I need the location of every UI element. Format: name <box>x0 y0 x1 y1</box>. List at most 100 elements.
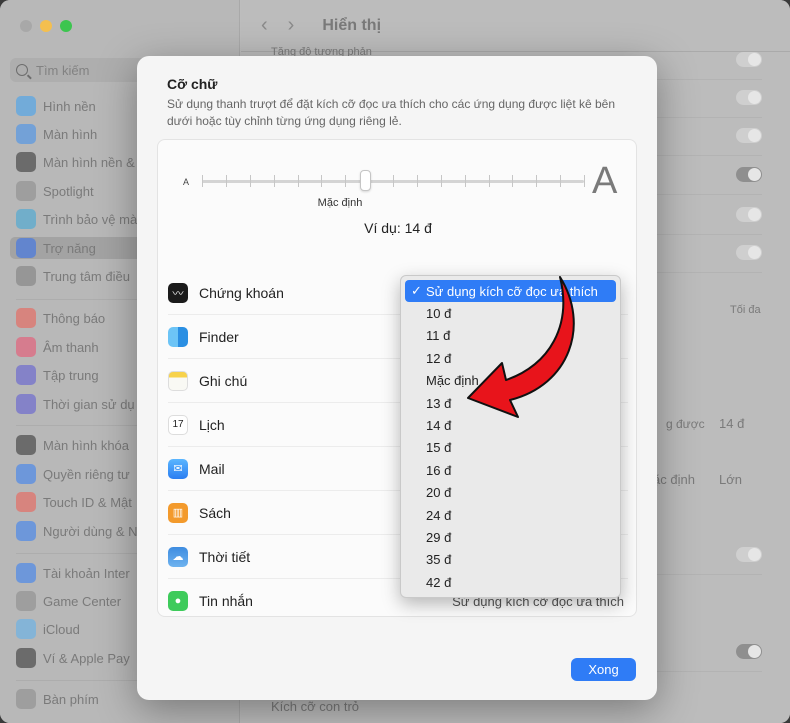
sidebar-item-icon <box>16 266 36 286</box>
sidebar-item-icon <box>16 152 36 172</box>
menu-item[interactable]: 35 đ <box>401 549 620 571</box>
slider-tick <box>488 175 490 187</box>
toggle[interactable] <box>736 90 762 105</box>
close-button[interactable] <box>20 20 32 32</box>
slider-tick <box>393 175 394 187</box>
sidebar-item-icon <box>16 96 36 116</box>
menu-item[interactable]: 42 đ <box>401 571 620 593</box>
sidebar-item-label: Trung tâm điều <box>43 268 130 284</box>
sidebar-item-label: Người dùng & N <box>43 523 138 539</box>
small-text-glyph: A <box>183 177 190 187</box>
sidebar-item-icon <box>16 308 36 328</box>
sidebar-item-icon <box>16 464 36 484</box>
sidebar-item-label: Spotlight <box>43 183 94 199</box>
dialog-description: Sử dụng thanh trượt để đặt kích cỡ đọc ư… <box>167 97 616 128</box>
text-size-slider-area: A A Mặc định Ví dụ: 14 đ <box>158 140 638 260</box>
app-name: Ghi chú <box>199 372 248 389</box>
sidebar-item-label: Âm thanh <box>43 339 99 355</box>
messages-icon: ● <box>168 591 188 611</box>
slider-tick <box>297 175 299 187</box>
slider-tick <box>440 175 442 187</box>
search-placeholder: Tìm kiếm <box>36 62 90 78</box>
sidebar-item-label: iCloud <box>43 621 80 637</box>
sidebar-item-label: Touch ID & Mật <box>43 494 132 510</box>
sidebar-item-label: Màn hình <box>43 126 98 142</box>
app-name: Chứng khoán <box>199 284 284 301</box>
radio-default-label[interactable]: ặc định <box>653 472 695 487</box>
max-label: Tối đa <box>730 304 761 316</box>
radio-large-label[interactable]: Lớn <box>719 472 742 487</box>
app-name: Finder <box>199 328 239 345</box>
slider-thumb[interactable] <box>360 170 371 191</box>
slider-tick <box>249 175 251 187</box>
size-row-value[interactable]: 14 đ <box>719 416 744 431</box>
sidebar-item-label: Màn hình khóa <box>43 437 130 453</box>
weather-icon: ☁ <box>168 546 188 567</box>
sidebar-item-label: Trình bảo vệ mà <box>43 211 138 227</box>
sidebar-item-label: Game Center <box>43 593 122 609</box>
slider-tick <box>225 175 227 187</box>
sidebar-item-icon <box>16 337 36 357</box>
sidebar-item-icon <box>16 619 36 639</box>
toggle[interactable] <box>736 547 762 562</box>
sidebar-item-icon <box>16 689 36 709</box>
zoom-button[interactable] <box>60 20 72 32</box>
toggle[interactable] <box>736 245 762 260</box>
slider-tick <box>416 175 418 187</box>
stocks-icon: 〰 <box>168 282 188 303</box>
toggle[interactable] <box>736 52 762 67</box>
page-title: Hiển thị <box>322 16 382 34</box>
pointer-size-label: Kích cỡ con trỏ <box>271 699 360 714</box>
menu-item[interactable]: 16 đ <box>401 459 620 481</box>
toggle[interactable] <box>736 207 762 222</box>
menu-item[interactable]: 15 đ <box>401 437 620 459</box>
app-name: Tin nhắn <box>199 593 253 609</box>
app-name: Lịch <box>199 416 225 433</box>
minimize-button[interactable] <box>40 20 52 32</box>
finder-icon <box>168 326 188 347</box>
sidebar-item-icon <box>16 238 36 258</box>
sidebar-item-label: Trợ năng <box>43 240 96 256</box>
slider-tick <box>536 175 538 187</box>
books-icon: ▥ <box>168 502 188 523</box>
notes-icon <box>168 370 188 391</box>
toggle[interactable] <box>736 128 762 143</box>
arrow-body <box>467 276 575 418</box>
menu-item[interactable]: 20 đ <box>401 482 620 504</box>
sidebar-item-icon <box>16 563 36 583</box>
slider-tick <box>321 175 323 187</box>
toggle[interactable] <box>736 167 762 182</box>
back-button[interactable]: ‹ <box>261 14 268 37</box>
slider-tick <box>345 175 347 187</box>
sidebar-item-icon <box>16 394 36 414</box>
sidebar-item-label: Tập trung <box>43 367 99 383</box>
slider-tick <box>202 175 203 187</box>
sidebar-item-icon <box>16 492 36 512</box>
red-arrow-annotation <box>467 276 575 418</box>
forward-button[interactable]: › <box>288 14 295 37</box>
slider-tick <box>273 175 275 187</box>
sidebar-item-icon <box>16 521 36 541</box>
toggle[interactable] <box>736 644 762 659</box>
sidebar-item-icon <box>16 591 36 611</box>
menu-item[interactable]: 29 đ <box>401 526 620 548</box>
size-row-label: g được <box>666 417 705 431</box>
menu-item[interactable]: 24 đ <box>401 504 620 526</box>
sidebar-item-label: Màn hình nền & <box>43 154 135 170</box>
sidebar-item-icon <box>16 124 36 144</box>
sidebar-item-label: Tài khoản Inter <box>43 565 130 581</box>
sidebar-item-label: Hình nền <box>43 98 96 114</box>
large-text-glyph: A <box>592 160 618 202</box>
app-name: Sách <box>199 504 231 521</box>
sidebar-item-label: Bàn phím <box>43 691 99 707</box>
sidebar-item-label: Thời gian sử dụ <box>43 396 135 412</box>
sidebar-item-label: Ví & Apple Pay <box>43 650 130 666</box>
done-button[interactable]: Xong <box>571 658 636 681</box>
window-controls <box>20 20 72 32</box>
checkmark-icon: ✓ <box>411 283 422 299</box>
sidebar-item-icon <box>16 648 36 668</box>
slider-tick <box>560 175 562 187</box>
sidebar-item-label: Quyền riêng tư <box>43 466 130 482</box>
example-text: Ví dụ: 14 đ <box>364 220 432 236</box>
calendar-icon: 17 <box>168 414 188 435</box>
